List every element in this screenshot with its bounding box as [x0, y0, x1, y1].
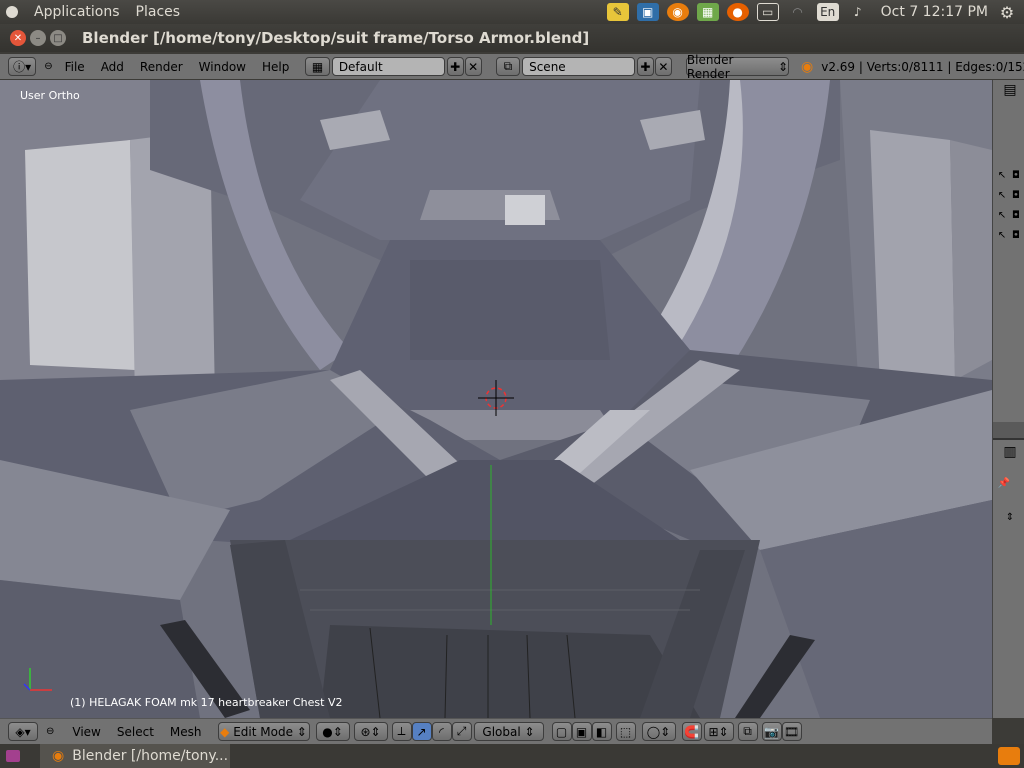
collapse-menu-icon[interactable]: ⊖	[44, 61, 52, 72]
scale-manipulator-icon[interactable]: ⤢	[451, 722, 472, 741]
notes-icon[interactable]: ✎	[606, 3, 629, 21]
select-cursor-icon[interactable]: ↖	[995, 190, 1009, 202]
scroll-arrows-icon[interactable]: ⇕	[1003, 512, 1017, 524]
outliner-editor-icon[interactable]: ▤	[1003, 83, 1017, 97]
view-mode-label: User Ortho	[20, 89, 80, 102]
scene-field[interactable]: Scene	[522, 57, 635, 76]
outliner-panel[interactable]: ▤ ↖ ◘ ↖ ◘ ↖ ◘ ↖ ◘ ▥ 📌 ⇕	[992, 80, 1024, 718]
screen-layout-icon[interactable]: ▦	[305, 57, 330, 76]
render-still-icon[interactable]: 📷	[761, 722, 782, 741]
file-menu[interactable]: File	[65, 60, 85, 74]
occlude-geometry-icon[interactable]: ⬚	[615, 722, 636, 741]
maximize-window-button[interactable]: □	[50, 30, 66, 46]
taskbar: ◉ Blender [/home/tony...	[0, 744, 1024, 768]
virtualbox-icon[interactable]: ▣	[636, 3, 659, 21]
select-cursor-icon[interactable]: ↖	[995, 210, 1009, 222]
keyboard-icon[interactable]: En	[816, 3, 839, 21]
top-panel-menus: Applications Places	[0, 4, 196, 20]
remove-scene-icon[interactable]: ✕	[654, 57, 672, 76]
select-menu[interactable]: Select	[117, 725, 154, 739]
minimize-window-button[interactable]: –	[30, 30, 46, 46]
add-screen-icon[interactable]: ✚	[446, 57, 464, 76]
settings-icon[interactable]: ⚙	[996, 3, 1018, 22]
transform-orientation-select[interactable]: Global ⇕	[473, 722, 544, 741]
interaction-mode-select[interactable]: ◆ Edit Mode ⇕	[217, 722, 310, 741]
render-camera-icon[interactable]: ◘	[1009, 230, 1023, 242]
top-panel: Applications Places ✎ ▣ ◉ ▦ ● ▭ ◠ En ♪ O…	[0, 0, 1024, 24]
taskbar-item-label: Blender [/home/tony...	[72, 748, 229, 764]
blender-logo-icon: ◉	[801, 58, 814, 75]
screen-layout-field[interactable]: Default	[331, 57, 445, 76]
render-menu[interactable]: Render	[140, 60, 183, 74]
editor-type-info-icon[interactable]: ⓘ▾	[8, 57, 37, 76]
pin-icon[interactable]: 📌	[997, 478, 1011, 490]
edge-select-icon[interactable]: ▣	[571, 722, 592, 741]
applications-menu[interactable]: Applications	[34, 4, 120, 20]
scene-stats: v2.69 | Verts:0/8111 | Edges:0/1523	[821, 59, 1024, 74]
render-animation-icon[interactable]: 🎞	[781, 722, 802, 741]
select-cursor-icon[interactable]: ↖	[995, 230, 1009, 242]
edit-mode-icon: ◆	[220, 724, 230, 739]
taskbar-window-item[interactable]: ◉ Blender [/home/tony...	[40, 744, 230, 768]
window-title: Blender [/home/tony/Desktop/suit frame/T…	[82, 29, 590, 47]
wifi-icon[interactable]: ◠	[787, 3, 809, 21]
translate-manipulator-icon[interactable]: ↗	[411, 722, 432, 741]
view-menu[interactable]: View	[72, 725, 100, 739]
vertex-select-icon[interactable]: ▢	[551, 722, 572, 741]
help-menu[interactable]: Help	[262, 60, 289, 74]
3d-view-header: ◈▾ ⊖ View Select Mesh ◆ Edit Mode ⇕ ●⇕ ⊛…	[0, 718, 992, 744]
add-menu[interactable]: Add	[101, 60, 124, 74]
orientation-label: Global	[482, 724, 521, 739]
render-camera-icon[interactable]: ◘	[1009, 190, 1023, 202]
face-select-icon[interactable]: ◧	[591, 722, 612, 741]
ubuntu-logo-icon[interactable]	[6, 6, 18, 18]
add-scene-icon[interactable]: ✚	[636, 57, 654, 76]
screen-icon[interactable]: ▭	[756, 3, 779, 21]
render-engine-select[interactable]: Blender Render ⇕	[685, 53, 789, 81]
shading-mode-icon[interactable]: ●⇕	[315, 722, 350, 741]
workspace-switcher-icon[interactable]	[998, 747, 1020, 765]
window-titlebar: ✕ – □ Blender [/home/tony/Desktop/suit f…	[0, 24, 1024, 52]
collapse-menu-icon[interactable]: ⊖	[46, 726, 54, 737]
blender-icon[interactable]: ◉	[666, 3, 689, 21]
snap-toggle-icon[interactable]: 🧲	[681, 722, 702, 741]
clock[interactable]: Oct 7 12:17 PM	[881, 4, 988, 20]
scene-icon[interactable]: ⧉	[495, 57, 521, 76]
info-header: ⓘ▾ ⊖ File Add Render Window Help ▦ Defau…	[0, 53, 1024, 81]
manipulator-toggle-icon[interactable]: ⟂	[391, 722, 412, 741]
active-object-label: (1) HELAGAK FOAM mk 17 heartbreaker Ches…	[70, 696, 343, 709]
volume-icon[interactable]: ♪	[847, 3, 869, 21]
render-engine-label: Blender Render	[686, 52, 734, 81]
rotate-manipulator-icon[interactable]: ◜	[431, 722, 452, 741]
remove-screen-icon[interactable]: ✕	[464, 57, 482, 76]
scrollbar[interactable]	[993, 422, 1024, 438]
mesh-render	[0, 80, 992, 718]
firefox-icon[interactable]: ●	[726, 3, 749, 21]
pivot-point-icon[interactable]: ⊛⇕	[353, 722, 388, 741]
snap-element-icon[interactable]: ⊞⇕	[703, 722, 734, 741]
blender-logo-icon: ◉	[52, 748, 65, 764]
render-camera-icon[interactable]: ◘	[1009, 170, 1023, 182]
properties-editor-icon[interactable]: ▥	[1003, 445, 1017, 459]
monitor-icon[interactable]: ▦	[696, 3, 719, 21]
window-menu[interactable]: Window	[199, 60, 246, 74]
3d-viewport[interactable]: User Ortho (1) HELAGAK FOAM mk 17 heartb…	[0, 80, 992, 718]
close-window-button[interactable]: ✕	[10, 30, 26, 46]
mode-label: Edit Mode	[233, 724, 293, 739]
mesh-menu[interactable]: Mesh	[170, 725, 202, 739]
panel-divider	[993, 438, 1024, 440]
proportional-edit-icon[interactable]: ◯⇕	[641, 722, 676, 741]
places-menu[interactable]: Places	[136, 4, 181, 20]
render-camera-icon[interactable]: ◘	[1009, 210, 1023, 222]
editor-type-3d-icon[interactable]: ◈▾	[8, 722, 38, 741]
copy-icon[interactable]: ⧉	[737, 722, 758, 741]
show-desktop-icon[interactable]	[6, 750, 20, 762]
select-cursor-icon[interactable]: ↖	[995, 170, 1009, 182]
system-tray: ✎ ▣ ◉ ▦ ● ▭ ◠ En ♪ Oct 7 12:17 PM ⚙	[599, 0, 1024, 24]
